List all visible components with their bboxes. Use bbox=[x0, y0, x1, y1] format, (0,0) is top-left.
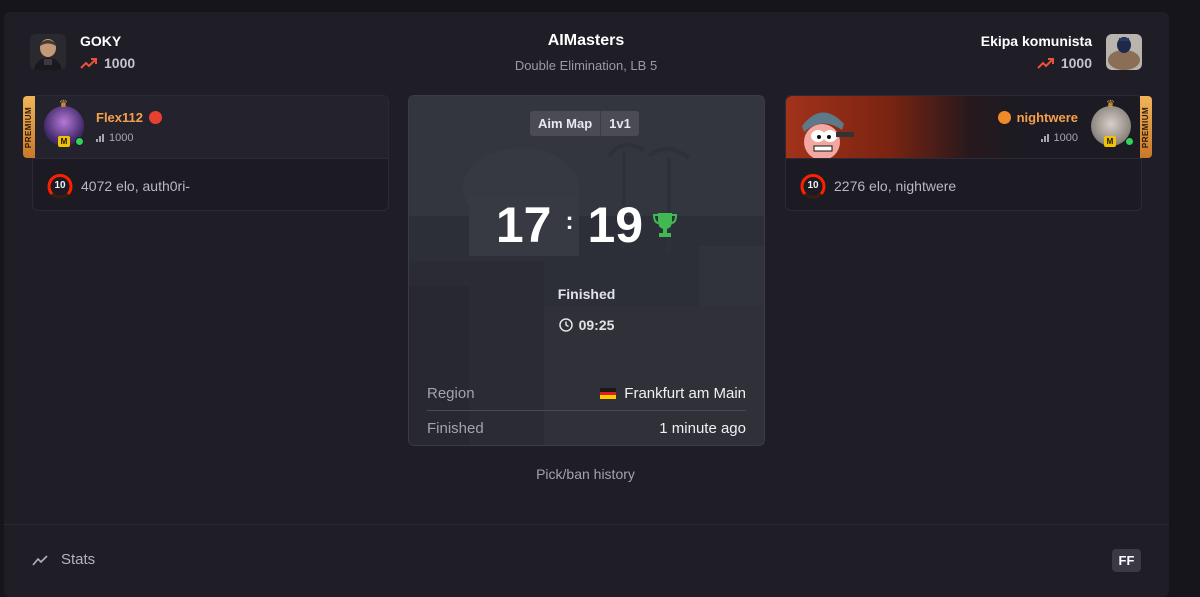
region-label: Region bbox=[427, 385, 475, 402]
level-row: 10 2276 elo, nightwere bbox=[799, 172, 956, 200]
team-right-avatar[interactable] bbox=[1106, 34, 1142, 70]
player-row-left[interactable]: ♛ M Flex112 1000 bbox=[33, 96, 388, 159]
angry-face-icon bbox=[149, 111, 162, 124]
team-left-name[interactable]: GOKY bbox=[80, 33, 135, 49]
stats-label[interactable]: Stats bbox=[61, 551, 95, 568]
footer-divider bbox=[4, 524, 1169, 525]
player-elo-value: 1000 bbox=[1053, 132, 1078, 144]
ff-badge[interactable]: FF bbox=[1112, 549, 1141, 572]
premium-label: PREMIUM bbox=[24, 106, 34, 148]
duration-value: 09:25 bbox=[578, 317, 615, 333]
level-label: 4072 elo, auth0ri- bbox=[81, 178, 190, 194]
level-value: 10 bbox=[54, 180, 66, 191]
player-name[interactable]: nightwere bbox=[997, 110, 1078, 125]
level-10-icon: 10 bbox=[799, 172, 827, 200]
crown-icon: ♛ bbox=[1106, 99, 1115, 110]
premium-label: PREMIUM bbox=[1141, 106, 1151, 148]
competition-info: AIMasters Double Elimination, LB 5 bbox=[486, 32, 686, 73]
team-right-elo: 1000 bbox=[1037, 55, 1092, 71]
score-right: 19 bbox=[587, 197, 644, 253]
finished-value: 1 minute ago bbox=[659, 420, 746, 437]
level-row: 10 4072 elo, auth0ri- bbox=[46, 172, 190, 200]
bars-icon bbox=[96, 134, 104, 142]
membership-badge: M bbox=[58, 136, 70, 147]
team-left-elo: 1000 bbox=[80, 55, 135, 71]
player-elo: 1000 bbox=[1040, 132, 1078, 144]
competition-round: Double Elimination, LB 5 bbox=[514, 58, 658, 73]
region-row: Region Frankfurt am Main bbox=[427, 385, 746, 402]
stats-tab[interactable]: Stats bbox=[32, 551, 95, 568]
online-status-icon bbox=[75, 137, 84, 146]
online-status-icon bbox=[1125, 137, 1134, 146]
region-value: Frankfurt am Main bbox=[600, 385, 746, 402]
match-tags: Aim Map 1v1 bbox=[530, 111, 639, 136]
score: 17 : 19 bbox=[409, 196, 764, 254]
map-tag: Aim Map bbox=[530, 111, 601, 136]
happy-face-icon bbox=[997, 111, 1011, 124]
team-left-elo-value: 1000 bbox=[104, 55, 136, 71]
player-elo-value: 1000 bbox=[109, 132, 134, 144]
mode-tag: 1v1 bbox=[600, 111, 639, 136]
crown-icon: ♛ bbox=[59, 99, 68, 110]
player-name[interactable]: Flex112 bbox=[96, 110, 162, 125]
germany-flag-icon bbox=[600, 388, 617, 400]
player-banner bbox=[786, 96, 1016, 158]
trend-up-icon bbox=[1037, 58, 1054, 69]
trend-up-icon bbox=[80, 58, 97, 69]
trophy-icon bbox=[653, 213, 678, 237]
finished-label: Finished bbox=[427, 420, 484, 437]
player-card-left[interactable]: ♛ M Flex112 1000 PREMIUM 10 4072 elo, au… bbox=[23, 95, 389, 211]
level-label: 2276 elo, nightwere bbox=[834, 178, 957, 194]
player-name-text[interactable]: nightwere bbox=[1017, 110, 1078, 125]
region-value-text: Frankfurt am Main bbox=[624, 385, 746, 402]
match-summary: Aim Map 1v1 17 : 19 Finished 09:25 Regio… bbox=[408, 95, 765, 446]
player-elo: 1000 bbox=[96, 132, 133, 144]
pickban-history-link[interactable]: Pick/ban history bbox=[408, 466, 763, 482]
membership-badge: M bbox=[1104, 136, 1116, 147]
score-left: 17 bbox=[495, 197, 552, 253]
level-value: 10 bbox=[807, 180, 819, 191]
level-10-icon: 10 bbox=[46, 172, 74, 200]
competition-name[interactable]: AIMasters bbox=[486, 32, 686, 50]
match-duration: 09:25 bbox=[409, 317, 764, 333]
premium-badge: PREMIUM bbox=[23, 96, 35, 158]
score-separator: : bbox=[565, 208, 574, 235]
match-status: Finished bbox=[557, 286, 616, 302]
player-name-text[interactable]: Flex112 bbox=[96, 110, 143, 125]
stats-chart-icon bbox=[32, 554, 48, 566]
worm-soldier-icon bbox=[802, 112, 854, 158]
team-right[interactable]: Ekipa komunista 1000 bbox=[981, 33, 1142, 71]
player-row-right[interactable]: ♛ M nightwere 1000 bbox=[786, 96, 1141, 159]
bars-icon bbox=[1040, 134, 1049, 142]
team-left-avatar[interactable] bbox=[30, 34, 66, 70]
info-divider bbox=[427, 410, 746, 411]
finished-row: Finished 1 minute ago bbox=[427, 420, 746, 437]
player-card-right[interactable]: ♛ M nightwere 1000 PREMIUM 10 2276 elo, … bbox=[785, 95, 1152, 211]
team-right-name[interactable]: Ekipa komunista bbox=[981, 33, 1092, 49]
team-right-elo-value: 1000 bbox=[1060, 55, 1092, 71]
clock-icon bbox=[558, 318, 573, 332]
team-left[interactable]: GOKY 1000 bbox=[30, 33, 135, 71]
premium-badge: PREMIUM bbox=[1140, 96, 1152, 158]
